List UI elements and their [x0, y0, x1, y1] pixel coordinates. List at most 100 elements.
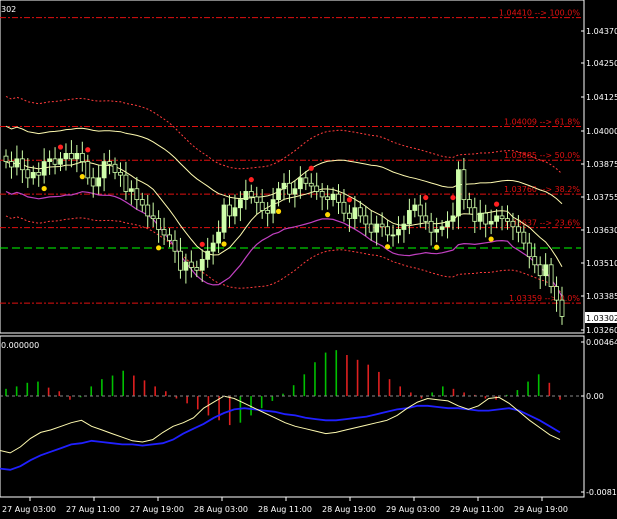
fractal-up-marker: [57, 144, 64, 150]
bear-candle: [428, 220, 434, 233]
bull-candle: [74, 153, 80, 160]
bear-candle: [248, 191, 254, 198]
bull-candle: [352, 207, 358, 220]
fractal-up-marker: [248, 177, 254, 183]
price-axis-label: 1.03875: [586, 160, 617, 169]
time-axis-label: 28 Aug 11:00: [258, 505, 312, 514]
bear-candle: [112, 163, 118, 173]
bull-candle: [63, 153, 69, 160]
bear-candle: [107, 161, 112, 165]
bear-candle: [259, 201, 265, 211]
bear-candle: [69, 153, 74, 160]
bear-candle: [510, 220, 516, 228]
bear-candle: [167, 234, 172, 241]
bear-candle: [423, 215, 429, 222]
fractal-up-marker: [308, 165, 314, 171]
fractal-up-marker: [493, 201, 500, 207]
fractal-down-marker: [156, 245, 162, 251]
bull-candle: [41, 161, 47, 176]
bear-candle: [9, 161, 14, 168]
bear-candle: [385, 226, 390, 236]
time-axis-label: 27 Aug 03:00: [2, 505, 56, 514]
fractal-up-marker: [423, 194, 429, 201]
bear-candle: [363, 215, 369, 225]
fib-level-label: 1.03637 --> 23.6%: [504, 219, 580, 228]
bull-candle: [183, 261, 189, 271]
fib-level-label: 1.03885 --> 50.0%: [504, 151, 580, 160]
fractal-down-marker: [434, 244, 440, 250]
bear-candle: [139, 199, 145, 206]
bear-candle: [499, 215, 505, 220]
time-axis-label: 27 Aug 19:00: [130, 505, 184, 514]
price-axis-label: 1.03510: [586, 259, 617, 268]
bear-candle: [461, 169, 467, 200]
fractal-down-marker: [384, 244, 391, 250]
bull-candle: [199, 258, 205, 271]
price-axis-label: 1.03755: [586, 193, 617, 202]
bull-candle: [270, 199, 276, 214]
fractal-up-marker: [450, 194, 456, 201]
fractal-up-marker: [85, 147, 91, 153]
bear-candle: [466, 199, 472, 209]
fractal-down-marker: [488, 236, 494, 242]
indicator-axis-label: 0.00464: [586, 338, 617, 347]
trading-chart[interactable]: 1.04410 --> 100.0% 1.04009 --> 61.8% 1.038…: [0, 0, 617, 519]
bear-candle: [118, 172, 123, 176]
bear-candle: [287, 182, 292, 195]
bull-candle: [58, 158, 63, 165]
bull-candle: [237, 199, 243, 209]
bear-candle: [265, 210, 271, 214]
bear-candle: [347, 212, 352, 220]
bear-candle: [379, 223, 385, 228]
bull-candle: [445, 220, 450, 228]
bear-candle: [254, 196, 260, 203]
price-axis-label: 1.04125: [586, 93, 617, 102]
fractal-down-marker: [41, 185, 47, 192]
bear-candle: [36, 172, 42, 176]
bear-candle: [368, 223, 374, 233]
time-axis-label: 28 Aug 03:00: [194, 505, 248, 514]
indicator-axis-label: 0.00: [586, 392, 604, 401]
bear-candle: [521, 231, 527, 244]
bull-candle: [374, 223, 380, 233]
bull-candle: [232, 207, 238, 217]
fib-level-label: 1.04410 --> 100.0%: [499, 9, 581, 18]
bull-candle: [450, 215, 456, 222]
bear-candle: [19, 158, 25, 171]
bear-candle: [156, 218, 162, 230]
bear-candle: [559, 299, 565, 317]
fractal-down-marker: [275, 208, 282, 214]
bull-candle: [14, 158, 20, 168]
bear-candle: [188, 261, 194, 268]
bull-candle: [412, 204, 418, 211]
time-axis-label: 28 Aug 19:00: [322, 505, 376, 514]
bear-candle: [227, 204, 232, 217]
bear-candle: [532, 256, 538, 266]
bear-candle: [85, 161, 91, 179]
bull-candle: [330, 193, 336, 201]
bear-candle: [319, 191, 325, 198]
bear-candle: [178, 250, 183, 271]
bear-candle: [194, 267, 200, 271]
bull-candle: [292, 188, 298, 195]
bull-candle: [221, 204, 227, 233]
bear-candle: [52, 158, 58, 165]
bull-candle: [488, 220, 494, 225]
fractal-down-marker: [325, 212, 331, 218]
fractal-up-marker: [346, 197, 353, 203]
time-axis-label: 29 Aug 11:00: [450, 505, 504, 514]
bull-candle: [276, 188, 281, 201]
price-axis-label: 1.04250: [586, 59, 617, 68]
bull-candle: [216, 231, 221, 244]
bull-candle: [434, 229, 440, 233]
time-axis-label: 29 Aug 19:00: [514, 505, 568, 514]
bear-candle: [79, 153, 85, 162]
bull-candle: [96, 177, 102, 187]
bull-candle: [128, 188, 134, 192]
bear-candle: [472, 207, 478, 222]
bear-candle: [483, 212, 489, 225]
bull-candle: [297, 177, 303, 190]
indicator-header-value: 0.000000: [1, 341, 39, 350]
bull-candle: [390, 234, 396, 237]
bull-candle: [281, 182, 287, 190]
